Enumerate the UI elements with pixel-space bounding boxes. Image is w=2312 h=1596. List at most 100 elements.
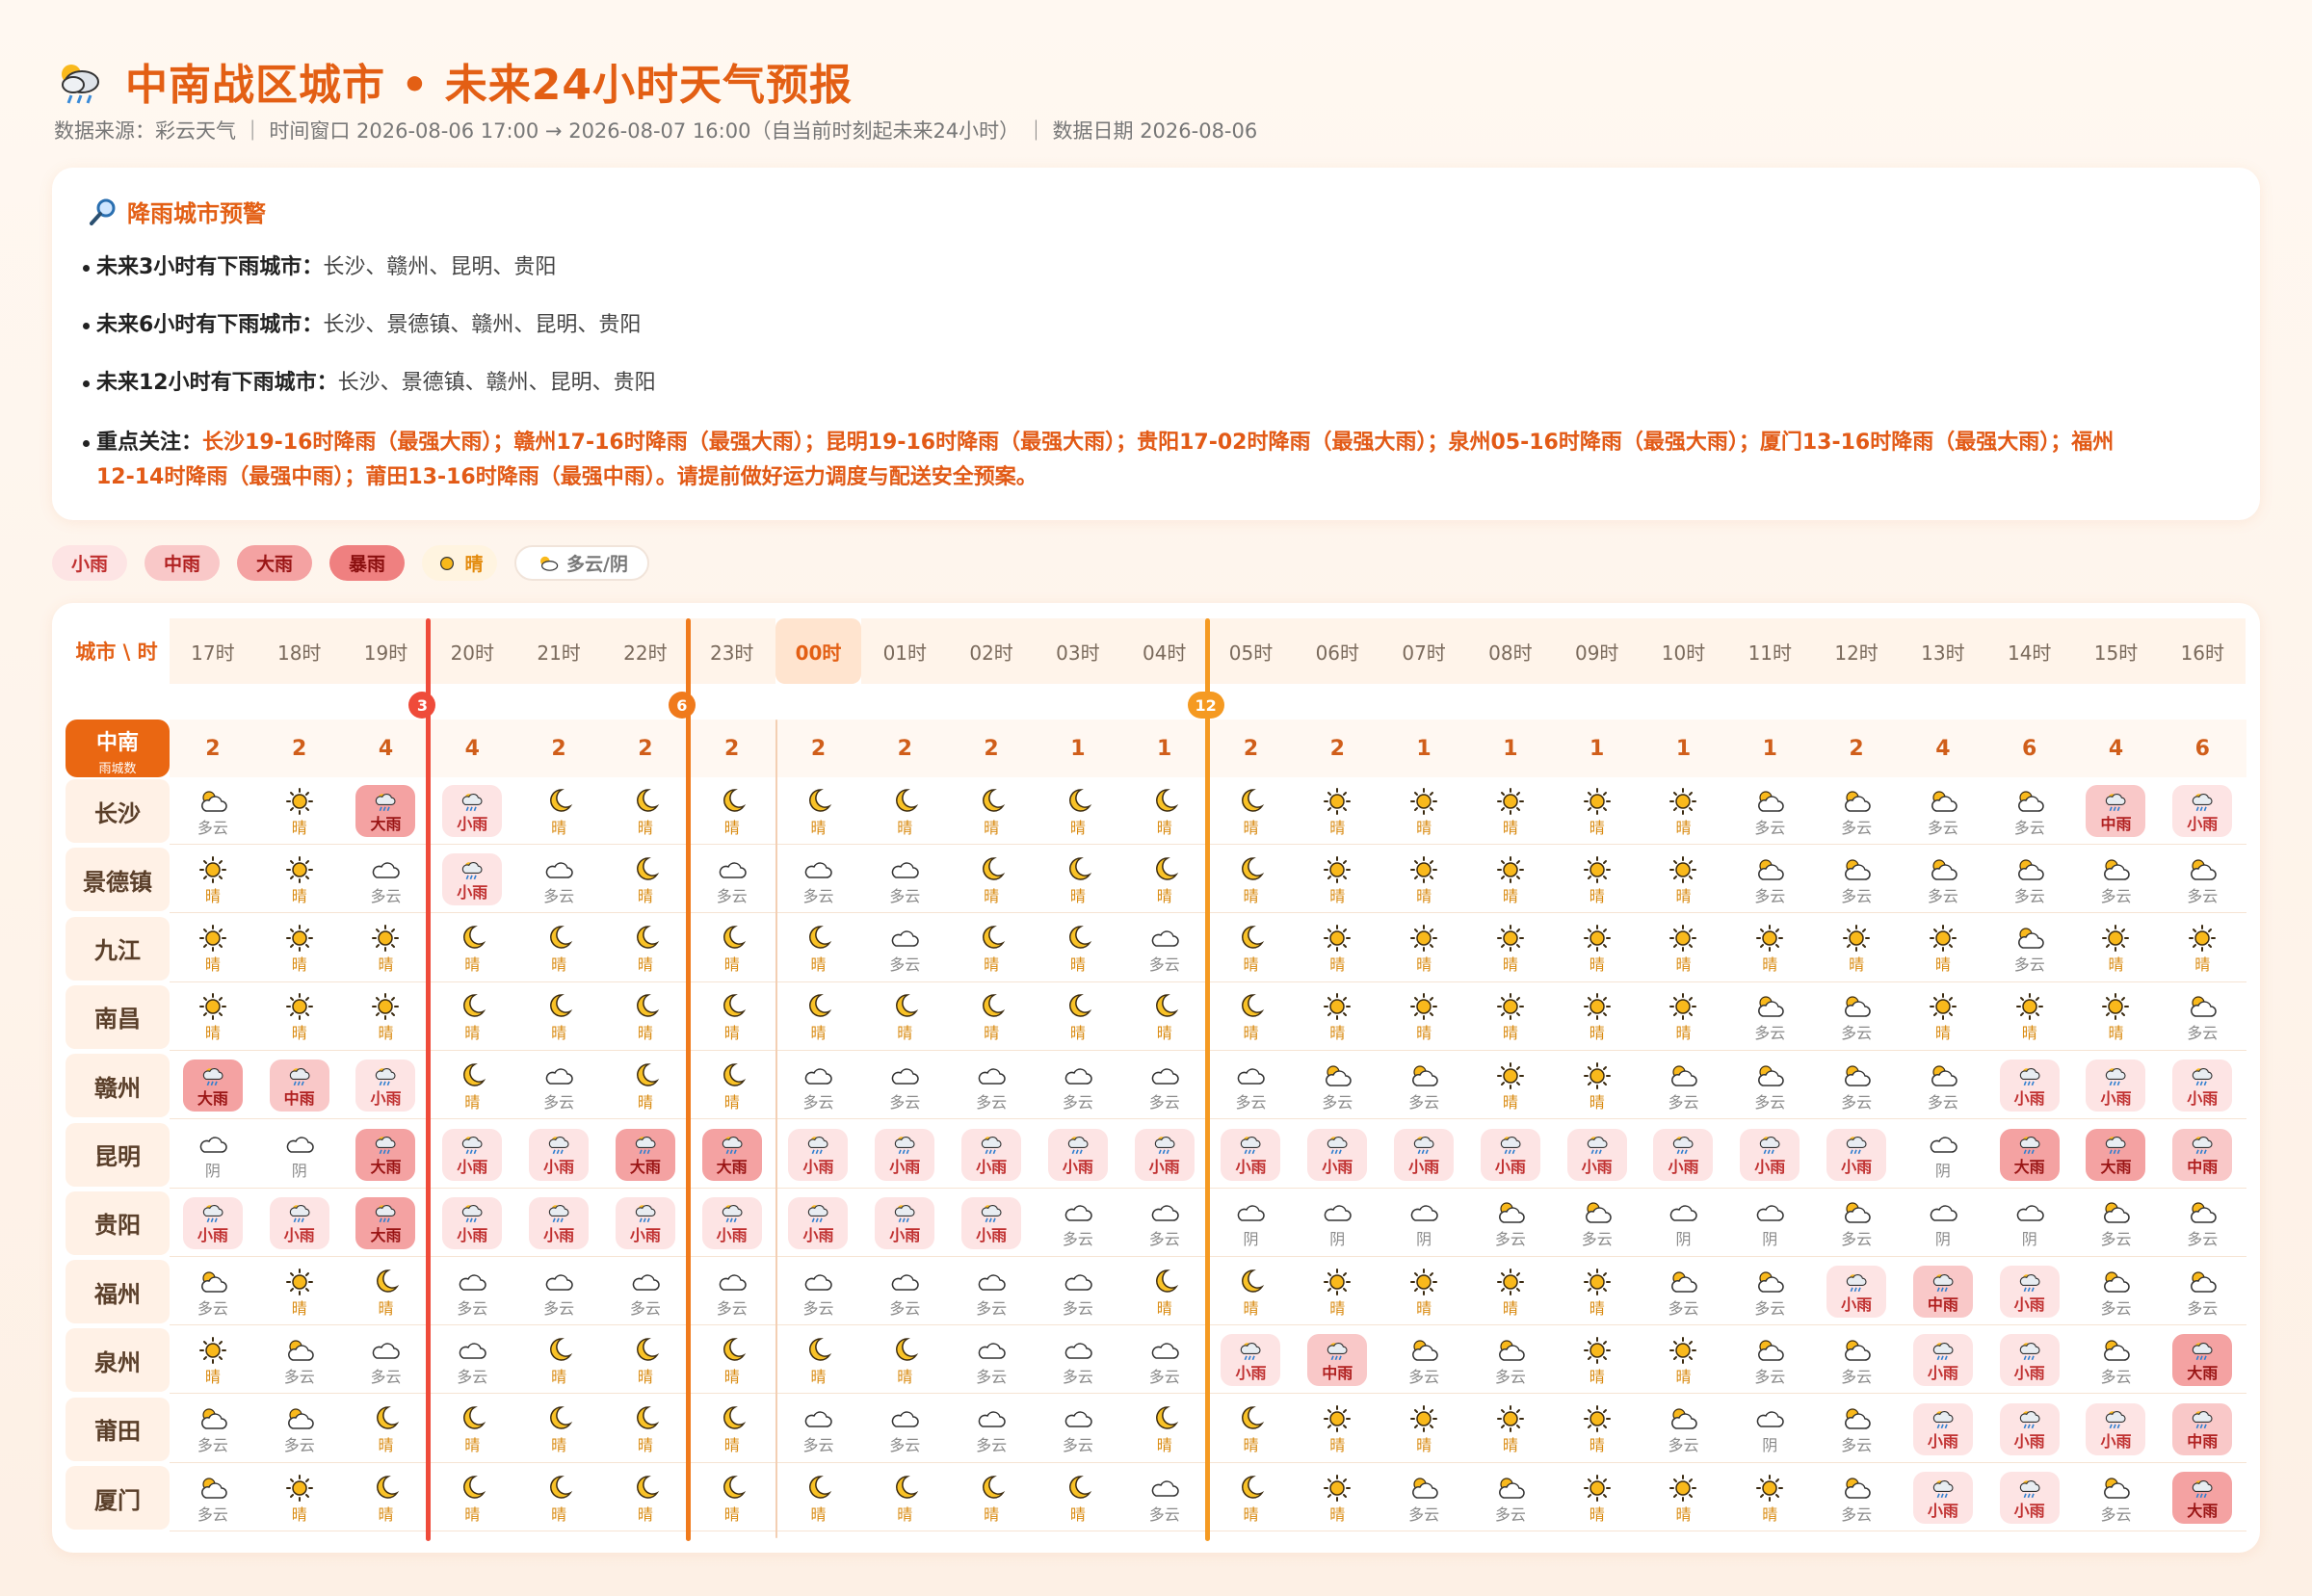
weather-label: 多云 [1148,1504,1180,1524]
sun-icon [372,993,400,1021]
weather-label: 晴 [637,1504,653,1524]
weather-cell: 大雨 [2073,1121,2160,1189]
weather-label: 多云 [2100,1298,2132,1318]
weather-cell: 小雨 [1813,1121,1900,1189]
partly-cloudy-icon [1845,859,1871,880]
partly-cloudy-icon [1845,790,1871,812]
rain-badge: 小雨 [1394,1128,1455,1181]
weather-cell: 多云 [775,1396,862,1463]
rain-badge: 小雨 [1826,1266,1887,1319]
rain-cloud-icon [2193,1479,2213,1498]
weather-label: 小雨 [1927,1501,1958,1520]
weather-label: 晴 [464,1436,481,1455]
weather-cell: 多云 [1726,983,1813,1051]
weather-cell: 小雨 [775,1121,862,1189]
legend-cloudy: 多云/阴 [514,545,649,581]
partly-cloudy-icon [200,1477,227,1499]
rain-badge: 中雨 [1912,1266,1973,1319]
weather-label: 小雨 [1235,1363,1267,1382]
partly-cloudy-icon [1758,859,1784,880]
weather-cell: 多云 [2159,1190,2246,1257]
weather-label: 小雨 [2013,1363,2045,1382]
window-marker: 3 [408,692,436,719]
rain-count: 6 [2194,736,2210,761]
legend-sunny: 晴 [422,545,497,581]
rain-cloud-icon [2019,1342,2040,1360]
cloud-icon [1151,1479,1179,1497]
weather-cell: 小雨 [1986,1258,2073,1325]
weather-cell: 晴 [1208,1464,1295,1531]
weather-label: 晴 [551,1024,567,1043]
weather-cell: 小雨 [1121,1121,1208,1189]
weather-cell: 晴 [1467,1396,1554,1463]
weather-label: 小雨 [889,1158,921,1176]
alert-line-text: 长沙、景德镇、赣州、昆明、贵阳 [337,371,656,395]
rain-cloud-icon [1846,1137,1867,1155]
cloud-icon [1410,1205,1438,1222]
weather-label: 小雨 [802,1226,834,1245]
hour-header: 05时 [1207,618,1295,684]
weather-label: 晴 [1243,1024,1259,1043]
sun-icon [1669,855,1697,883]
weather-cell: 晴 [1294,915,1380,982]
weather-label: 多云 [802,1298,834,1318]
weather-cell: 晴 [1121,1258,1208,1325]
cloud-icon [1757,1205,1784,1222]
rain-badge: 小雨 [1221,1334,1281,1387]
rain-count: 1 [1157,736,1172,761]
moon-icon [809,926,832,949]
weather-label: 多云 [629,1298,661,1318]
weather-cell: 大雨 [2159,1464,2246,1531]
sun-icon [1583,1474,1611,1502]
weather-label: 晴 [1156,1298,1172,1318]
partly-cloudy-icon [1758,1065,1784,1086]
weather-label: 阴 [1243,1230,1259,1249]
cloud-icon [460,1273,486,1291]
weather-label: 小雨 [1841,1295,1873,1314]
weather-cell: 多云 [775,1258,862,1325]
weather-label: 多云 [1927,818,1958,837]
weather-label: 中雨 [2187,1432,2219,1452]
weather-cell: 多云 [1294,1052,1380,1119]
partly-cloudy-icon [2017,928,2044,949]
weather-cell: 晴 [861,1326,948,1394]
weather-cell: 多云 [2159,983,2246,1051]
weather-cell: 多云 [170,1464,256,1531]
rain-count: 2 [638,736,653,761]
rain-cloud-icon [289,1205,310,1223]
weather-label: 晴 [378,1298,394,1318]
weather-cell: 多云 [602,1258,689,1325]
weather-cell: 小雨 [1380,1121,1467,1189]
weather-label: 晴 [2108,955,2124,975]
weather-cell: 小雨 [1726,1121,1813,1189]
rain-badge: 小雨 [1999,1472,2060,1524]
legend-heavy-rain: 大雨 [237,545,312,581]
sun-icon [1583,1268,1611,1295]
weather-cell: 阴 [1726,1190,1813,1257]
weather-cell: 小雨 [515,1190,602,1257]
hour-header: 04时 [1120,618,1208,684]
weather-cell: 晴 [1554,1258,1641,1325]
weather-label: 晴 [1329,886,1346,905]
sun-icon [1410,787,1438,815]
weather-cell: 晴 [1294,983,1380,1051]
moon-icon [1069,1475,1092,1499]
rain-badge: 小雨 [442,1128,503,1181]
weather-cell: 多云 [1986,846,2073,913]
cloud-icon [805,1411,833,1427]
weather-cell: 多云 [1208,1052,1295,1119]
weather-label: 小雨 [1494,1158,1526,1176]
weather-cell: 多云 [429,1258,515,1325]
weather-label: 多云 [2013,886,2045,905]
weather-label: 多云 [197,1504,228,1524]
weather-cell: 多云 [1813,846,1900,913]
weather-label: 晴 [291,886,307,905]
moon-icon [896,1338,919,1361]
weather-label: 阴 [1762,1230,1778,1249]
window-boundary [1204,618,1210,1541]
cloud-icon [978,1068,1006,1085]
weather-label: 多云 [1494,1230,1526,1249]
rain-badge: 中雨 [2172,1402,2233,1455]
weather-cell: 多云 [515,1258,602,1325]
weather-label: 大雨 [2187,1363,2219,1382]
